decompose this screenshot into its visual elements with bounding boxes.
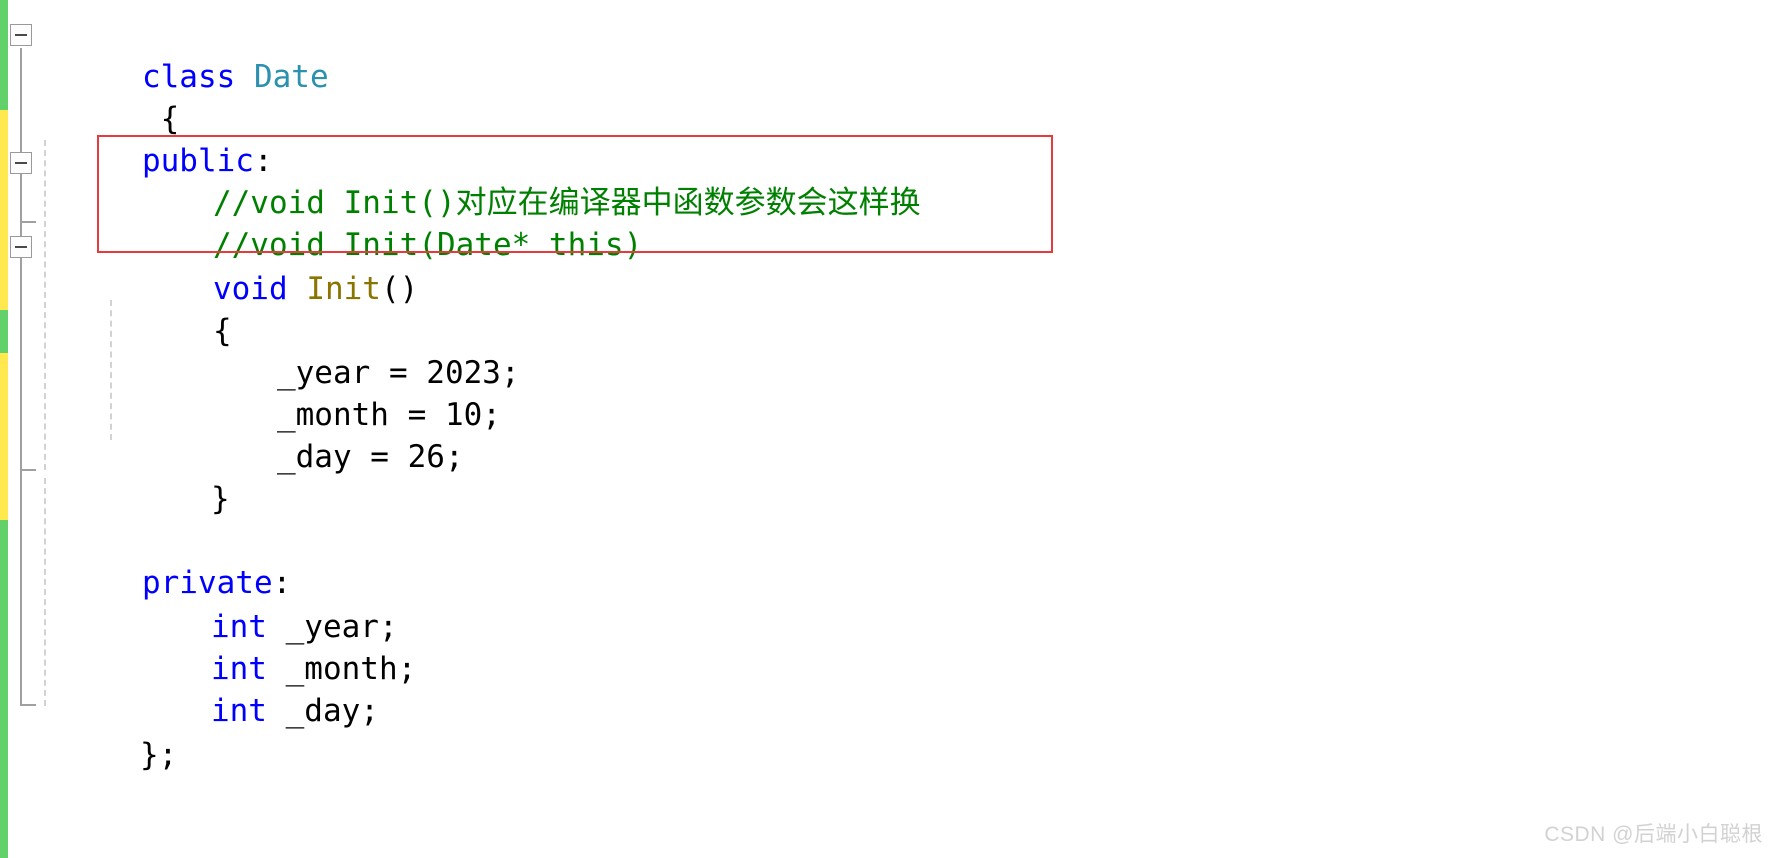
brace-close-init: } (210, 481, 230, 517)
function-name-init: Init (306, 271, 381, 307)
code-editor[interactable]: class Date { public: //void Init()对应在编译器… (0, 0, 1781, 858)
collapse-box-class[interactable] (10, 24, 32, 46)
collapse-box-init-function[interactable] (10, 236, 32, 258)
change-bar-saved-3 (0, 520, 8, 858)
change-bar-unsaved-1 (0, 110, 8, 310)
member-day: _day; (285, 693, 379, 729)
type-name-date: Date (253, 59, 329, 95)
statement-assign-day: _day = 26; (276, 439, 464, 475)
outline-spine-comment (20, 175, 22, 223)
outline-spine-init (20, 259, 22, 471)
change-bar-saved-2 (0, 310, 8, 353)
change-bar-saved-1 (0, 0, 8, 110)
parens-init: () (380, 271, 419, 307)
brace-close-class: }; (139, 737, 178, 773)
csdn-watermark: CSDN @后端小白聪根 (1544, 823, 1763, 846)
code-line-17[interactable]: }; (28, 692, 177, 818)
outline-foot-init (20, 469, 36, 471)
collapse-box-comment-block[interactable] (10, 152, 32, 174)
keyword-int-day: int (210, 693, 286, 729)
change-bar-unsaved-2 (0, 353, 8, 520)
